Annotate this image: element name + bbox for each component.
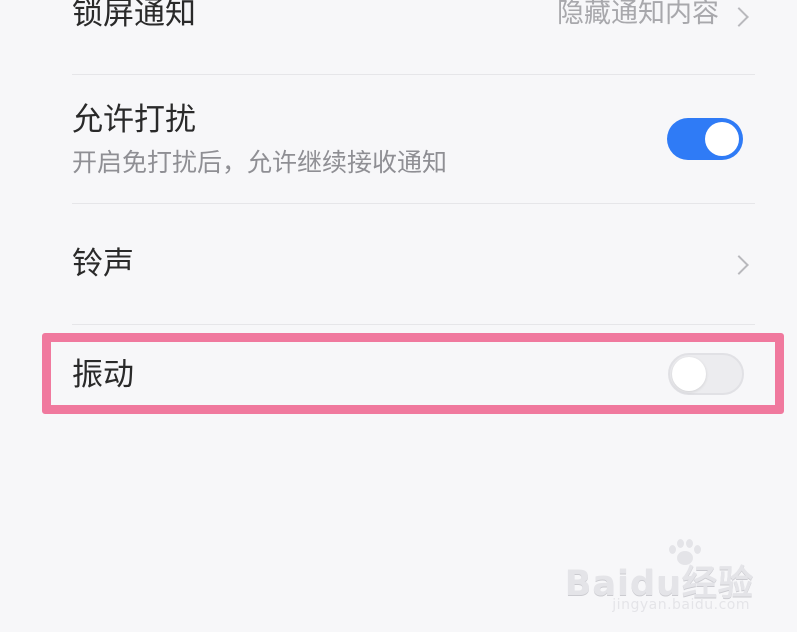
ringtone-title: 铃声	[72, 246, 134, 282]
ringtone-row[interactable]: 铃声	[0, 204, 797, 324]
allow-disturb-title: 允许打扰	[72, 102, 196, 138]
notification-settings-screen: 锁屏通知 隐藏通知内容 允许打扰 开启免打扰后，允许继续接收通知 铃声 振动 B…	[0, 0, 797, 632]
lock-screen-notification-title: 锁屏通知	[72, 0, 196, 32]
watermark-url: jingyan.baidu.com	[612, 597, 750, 613]
lock-screen-notification-value: 隐藏通知内容	[557, 0, 719, 29]
allow-disturb-description: 开启免打扰后，允许继续接收通知	[72, 148, 448, 177]
lock-screen-notification-row[interactable]: 锁屏通知 隐藏通知内容	[0, 0, 797, 74]
highlight-frame	[42, 333, 784, 414]
watermark: Baidu经验 jingyan.baidu.com	[565, 539, 754, 615]
allow-disturb-row[interactable]: 允许打扰 开启免打扰后，允许继续接收通知	[0, 75, 797, 203]
chevron-right-icon	[729, 255, 749, 275]
allow-disturb-toggle[interactable]	[667, 118, 743, 160]
toggle-knob	[705, 122, 739, 156]
chevron-right-icon	[729, 7, 749, 27]
